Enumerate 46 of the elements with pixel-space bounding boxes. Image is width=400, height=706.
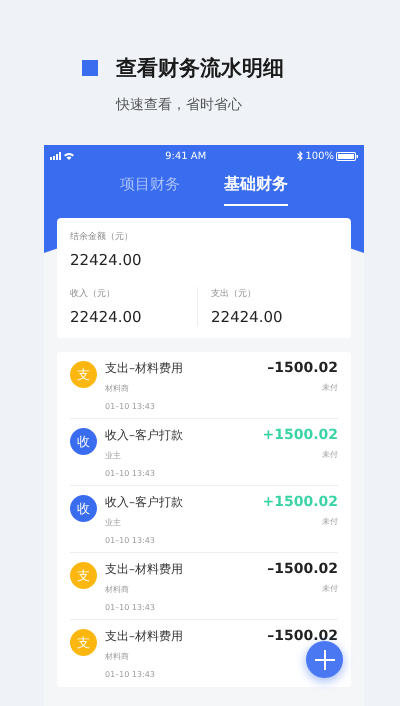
tab[interactable]: 项目财务: [120, 174, 180, 206]
transaction-time: 01–10 13:43: [105, 402, 156, 411]
income-label: 收入（元）: [70, 288, 116, 300]
bluetooth-icon: [297, 151, 304, 161]
page-title: 查看财务流水明细: [116, 55, 284, 82]
transaction-title: 收入–客户打款: [105, 494, 184, 511]
transaction-party: 材料商: [105, 584, 130, 595]
payment-status: 未付: [321, 516, 338, 527]
balance-label: 结余金额（元）: [70, 230, 134, 243]
square-icon: [82, 60, 98, 76]
category-badge: 支: [70, 361, 97, 388]
category-badge: 支: [70, 629, 97, 656]
transaction-amount: –1500.02: [267, 628, 338, 644]
transaction-title: 支出–材料费用: [105, 360, 184, 377]
transaction-time: 01–10 13:43: [105, 469, 156, 478]
payment-status: 未付: [321, 382, 338, 393]
transaction-time: 01–10 13:43: [105, 536, 156, 545]
category-badge: 收: [70, 428, 97, 455]
transaction-party: 材料商: [105, 383, 130, 394]
plus-icon: [314, 648, 336, 670]
balance-amount: 22424.00: [70, 251, 143, 269]
transaction-amount: +1500.02: [262, 494, 338, 510]
payment-status: 未付: [321, 583, 338, 594]
transaction-amount: +1500.02: [262, 427, 338, 443]
status-time: 9:41 AM: [165, 150, 206, 162]
signal-icon: [50, 152, 74, 160]
income-amount: 22424.00: [70, 308, 143, 326]
category-badge: 支: [70, 562, 97, 589]
transaction-title: 支出–材料费用: [105, 561, 184, 578]
transaction-amount: –1500.02: [267, 561, 338, 577]
transaction-title: 收入–客户打款: [105, 427, 184, 444]
battery-icon: [336, 152, 358, 160]
expense-amount: 22424.00: [211, 308, 284, 326]
transaction-amount: –1500.02: [267, 360, 338, 376]
transaction-title: 支出–材料费用: [105, 628, 184, 645]
expense-label: 支出（元）: [211, 288, 257, 300]
transaction-party: 业主: [105, 450, 122, 461]
tab[interactable]: 基础财务: [224, 174, 288, 206]
transaction-time: 01–10 13:43: [105, 603, 156, 612]
transaction-party: 业主: [105, 517, 122, 528]
category-badge: 收: [70, 495, 97, 522]
payment-status: 未付: [321, 449, 338, 460]
transaction-party: 材料商: [105, 651, 130, 662]
page-subtitle: 快速查看，省时省心: [116, 96, 243, 114]
transaction-time: 01–10 13:43: [105, 670, 156, 679]
battery-percent: 100%: [305, 150, 334, 162]
